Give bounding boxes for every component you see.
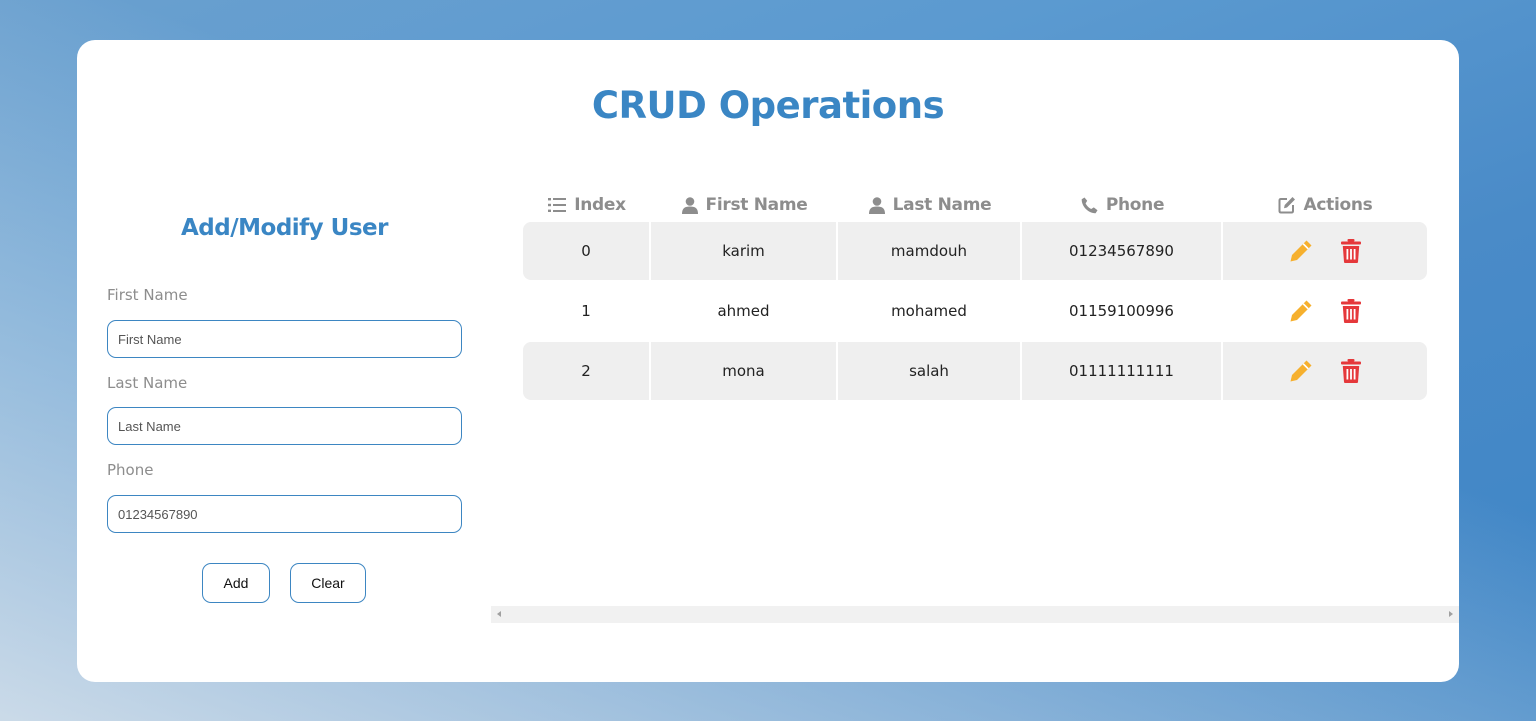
clear-button[interactable]: Clear [290, 563, 366, 603]
phone-label: Phone [107, 461, 154, 479]
first-name-input[interactable] [107, 320, 462, 358]
header-index: Index [523, 192, 651, 218]
table-row: 2 mona salah 01111111111 [523, 342, 1427, 400]
pencil-icon[interactable] [1289, 239, 1313, 263]
header-first-name: First Name [651, 192, 838, 218]
cell-last-name: mohamed [838, 282, 1022, 340]
list-icon [548, 198, 567, 212]
cell-last-name: mamdouh [838, 222, 1022, 280]
pencil-icon[interactable] [1289, 359, 1313, 383]
cell-phone: 01234567890 [1022, 222, 1223, 280]
trash-icon[interactable] [1341, 299, 1361, 323]
cell-actions [1223, 282, 1427, 340]
edit-square-icon [1278, 197, 1295, 214]
phone-input[interactable] [107, 495, 462, 533]
trash-icon[interactable] [1341, 239, 1361, 263]
cell-actions [1223, 222, 1427, 280]
add-button[interactable]: Add [202, 563, 270, 603]
header-first-name-label: First Name [705, 195, 808, 215]
cell-index: 2 [523, 342, 651, 400]
header-actions-label: Actions [1303, 195, 1373, 215]
users-table: Index First Name Last Name Phone Actions… [491, 40, 1459, 630]
pencil-icon[interactable] [1289, 299, 1313, 323]
cell-index: 1 [523, 282, 651, 340]
cell-last-name: salah [838, 342, 1022, 400]
header-phone: Phone [1022, 192, 1223, 218]
cell-first-name: karim [651, 222, 838, 280]
cell-phone: 01111111111 [1022, 342, 1223, 400]
header-actions: Actions [1223, 192, 1427, 218]
header-last-name: Last Name [838, 192, 1022, 218]
user-icon [868, 196, 885, 214]
header-index-label: Index [574, 195, 626, 215]
header-phone-label: Phone [1105, 195, 1165, 215]
table-header: Index First Name Last Name Phone Actions [523, 192, 1427, 218]
phone-icon [1081, 197, 1098, 213]
first-name-label: First Name [107, 286, 188, 304]
header-last-name-label: Last Name [892, 195, 992, 215]
user-icon [681, 196, 698, 214]
scroll-left-icon[interactable] [497, 611, 501, 617]
horizontal-scrollbar[interactable] [491, 606, 1459, 623]
cell-first-name: mona [651, 342, 838, 400]
form-title: Add/Modify User [181, 215, 388, 241]
main-card: CRUD Operations Add/Modify User First Na… [77, 40, 1459, 682]
cell-first-name: ahmed [651, 282, 838, 340]
table-row: 0 karim mamdouh 01234567890 [523, 222, 1427, 280]
scroll-right-icon[interactable] [1449, 611, 1453, 617]
table-row: 1 ahmed mohamed 01159100996 [523, 282, 1427, 340]
last-name-label: Last Name [107, 374, 188, 392]
last-name-input[interactable] [107, 407, 462, 445]
cell-phone: 01159100996 [1022, 282, 1223, 340]
cell-index: 0 [523, 222, 651, 280]
cell-actions [1223, 342, 1427, 400]
trash-icon[interactable] [1341, 359, 1361, 383]
